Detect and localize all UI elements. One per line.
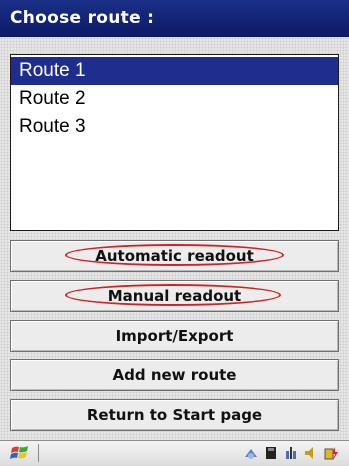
route-list[interactable]: Route 1 Route 2 Route 3 [10, 54, 339, 231]
return-to-start-button[interactable]: Return to Start page [10, 399, 339, 431]
add-new-route-button[interactable]: Add new route [10, 359, 339, 391]
import-export-button[interactable]: Import/Export [10, 320, 339, 352]
manual-readout-label: Manual readout [107, 287, 242, 305]
windows-flag-icon[interactable] [10, 444, 30, 462]
battery-charging-icon[interactable] [323, 445, 339, 461]
memory-card-icon[interactable] [263, 445, 279, 461]
route-list-item[interactable]: Route 3 [11, 113, 338, 141]
network-icon[interactable] [283, 445, 299, 461]
return-to-start-label: Return to Start page [86, 406, 263, 424]
automatic-readout-label: Automatic readout [95, 247, 254, 265]
automatic-readout-button[interactable]: Automatic readout [10, 240, 339, 272]
system-tray [243, 445, 339, 461]
taskbar [0, 440, 349, 466]
title-bar: Choose route : [0, 0, 349, 37]
import-export-label: Import/Export [115, 327, 234, 345]
route-list-item[interactable]: Route 1 [11, 57, 338, 85]
route-selection-panel: Route 1 Route 2 Route 3 Automatic readou… [0, 37, 349, 440]
taskbar-separator [38, 444, 39, 462]
route-list-item[interactable]: Route 2 [11, 85, 338, 113]
speaker-icon[interactable] [303, 445, 319, 461]
manual-readout-button[interactable]: Manual readout [10, 280, 339, 312]
connectivity-icon[interactable] [243, 445, 259, 461]
add-new-route-label: Add new route [112, 366, 237, 384]
page-title: Choose route : [10, 8, 155, 28]
